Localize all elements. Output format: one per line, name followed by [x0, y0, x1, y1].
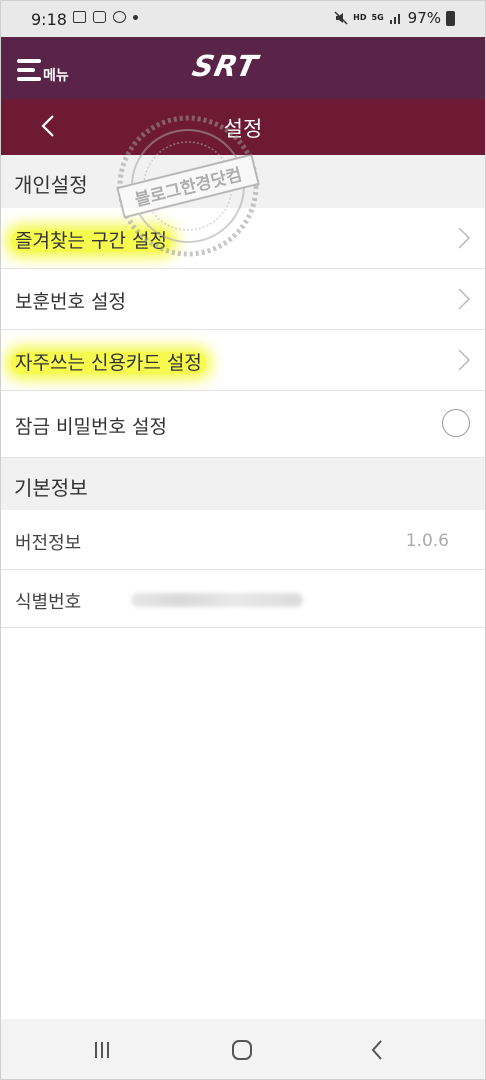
chevron-right-icon — [458, 349, 471, 371]
back-icon[interactable] — [363, 1037, 393, 1063]
page-title: 설정 — [223, 117, 263, 141]
phone-screen: 9:18 HD 5G 97% 메뉴 SRT 설정 개인설정 즐겨찾는 구간 설정… — [0, 0, 486, 1080]
favorite-route-label: 즐겨찾는 구간 설정 — [11, 230, 171, 252]
lock-password-setting: 잠금 비밀번호 설정 — [1, 391, 485, 458]
message-icon — [93, 11, 106, 23]
hamburger-icon — [17, 59, 41, 81]
id-number-row: 식별번호 — [1, 570, 485, 628]
battery-percent: 97% — [407, 9, 441, 27]
version-value: 1.0.6 — [405, 531, 449, 551]
credit-card-label: 자주쓰는 신용카드 설정 — [11, 352, 206, 374]
chevron-right-icon — [458, 227, 471, 249]
credit-card-setting[interactable]: 자주쓰는 신용카드 설정 — [1, 330, 485, 391]
title-bar: 설정 — [1, 99, 485, 155]
mute-icon — [334, 11, 348, 25]
status-time: 9:18 — [31, 10, 67, 29]
blurred-id-value — [131, 593, 303, 607]
section-header-basic: 기본정보 — [1, 458, 485, 510]
veteran-number-setting[interactable]: 보훈번호 설정 — [1, 269, 485, 330]
version-info-row: 버전정보 1.0.6 — [1, 510, 485, 570]
recent-apps-icon[interactable] — [87, 1037, 117, 1063]
lock-password-toggle[interactable] — [442, 409, 470, 437]
battery-icon — [446, 10, 455, 26]
chevron-right-icon — [458, 288, 471, 310]
section-header-personal: 개인설정 — [1, 155, 485, 208]
talk-icon — [113, 11, 126, 23]
menu-button[interactable]: 메뉴 — [17, 53, 69, 87]
srt-logo: SRT — [189, 49, 262, 83]
lock-password-label: 잠금 비밀번호 설정 — [15, 416, 167, 438]
gallery-icon — [73, 11, 86, 23]
signal-icon — [389, 14, 400, 24]
favorite-route-setting[interactable]: 즐겨찾는 구간 설정 — [1, 208, 485, 269]
network-type-icon: 5G — [371, 13, 384, 22]
hd-voice-icon: HD — [353, 13, 367, 22]
more-notifications-icon — [133, 14, 138, 20]
home-icon[interactable] — [227, 1037, 257, 1063]
version-label: 버전정보 — [15, 533, 82, 554]
notification-icons — [73, 11, 138, 23]
menu-label: 메뉴 — [43, 67, 69, 84]
system-status: HD 5G 97% — [334, 9, 455, 27]
app-header: 메뉴 SRT — [1, 37, 485, 99]
veteran-number-label: 보훈번호 설정 — [15, 291, 126, 313]
system-nav-bar — [1, 1019, 485, 1079]
id-number-label: 식별번호 — [15, 592, 82, 613]
status-bar: 9:18 HD 5G 97% — [1, 1, 485, 37]
